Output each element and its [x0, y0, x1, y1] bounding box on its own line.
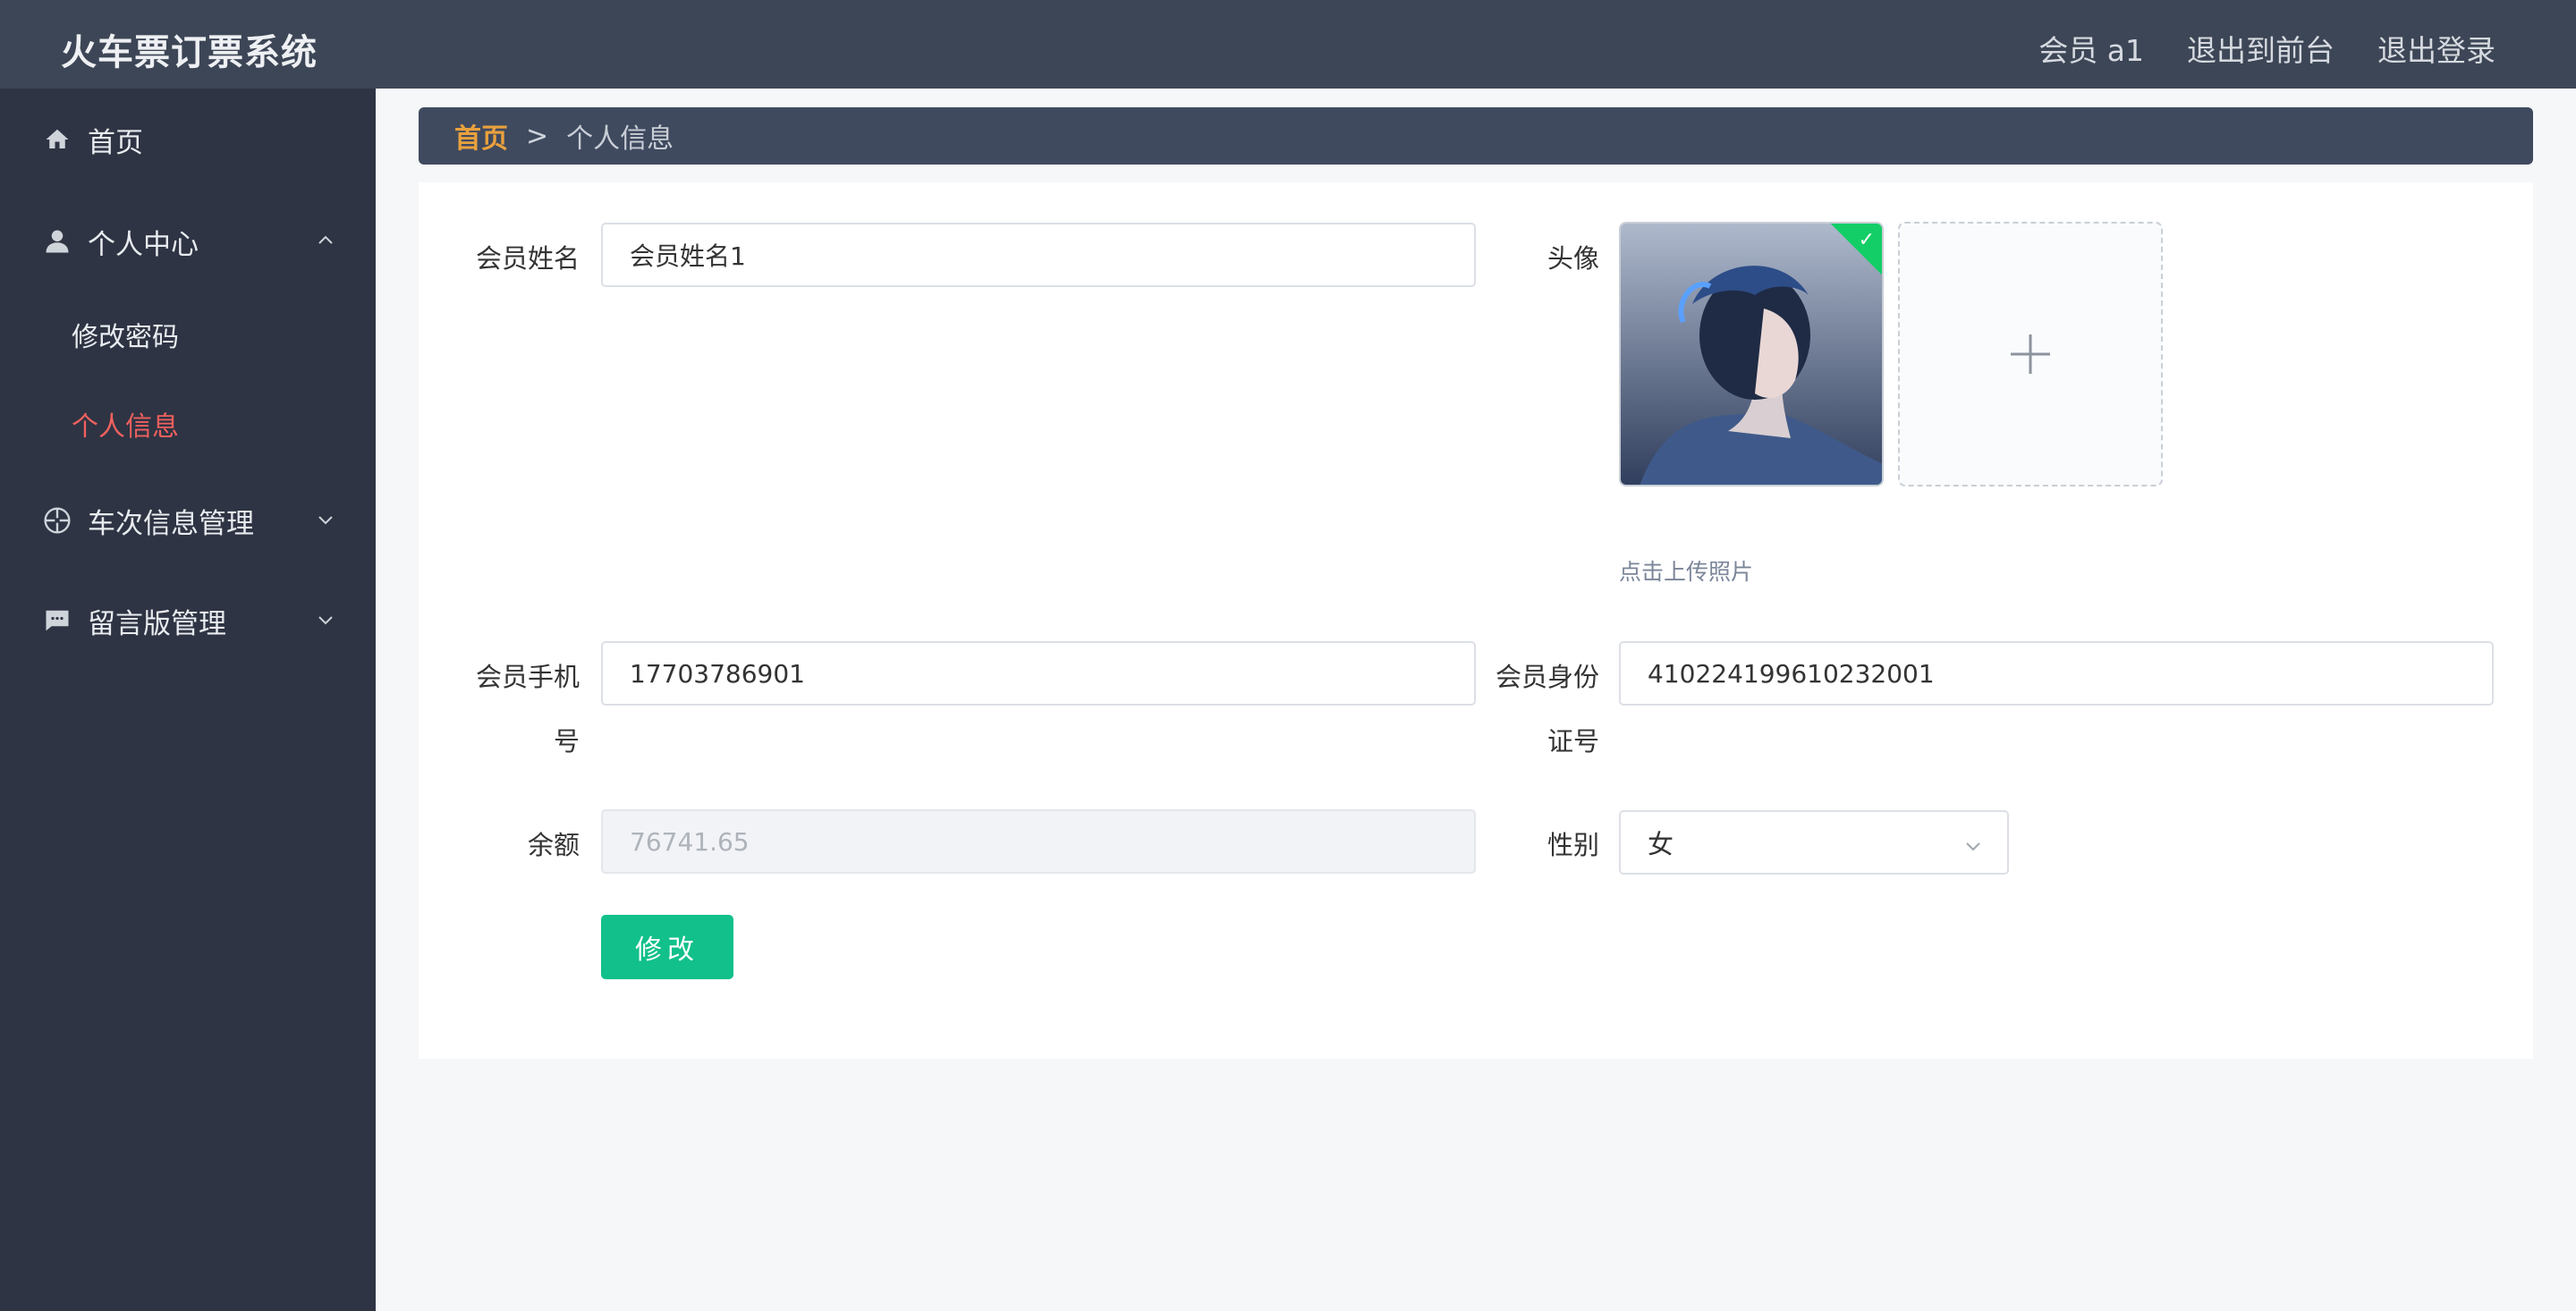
idcard-label-line2: 证号: [1546, 726, 1599, 757]
gender-select-value: 女: [1648, 829, 1674, 859]
sidebar-subitem-label: 个人信息: [72, 411, 179, 443]
sidebar-item-label: 留言版管理: [88, 607, 226, 640]
submit-button[interactable]: 修改: [601, 915, 733, 979]
sidebar-item-train-info[interactable]: 车次信息管理: [0, 480, 376, 561]
sidebar-item-message-board[interactable]: 留言版管理: [0, 580, 376, 661]
back-to-frontend-link[interactable]: 退出到前台: [2187, 27, 2334, 70]
top-nav: 会员 a1 退出到前台 退出登录: [2038, 27, 2496, 70]
sidebar-subitem-label: 修改密码: [72, 322, 179, 353]
avatar-image[interactable]: ✓: [1619, 222, 1884, 486]
sidebar-subitem-change-password[interactable]: 修改密码: [0, 294, 376, 375]
idcard-input[interactable]: 410224199610232001: [1619, 641, 2494, 706]
sidebar-item-personal-center[interactable]: 个人中心: [0, 201, 376, 282]
phone-label-line1: 会员手机: [475, 662, 580, 692]
user-label[interactable]: 会员 a1: [2038, 27, 2144, 70]
chevron-down-icon: [1966, 842, 1980, 851]
name-label: 会员姓名: [475, 243, 580, 274]
logout-link[interactable]: 退出登录: [2377, 27, 2496, 70]
name-input[interactable]: 会员姓名1: [601, 223, 1476, 287]
top-header: 火车票订票系统 会员 a1 退出到前台 退出登录: [0, 0, 2576, 89]
upload-tip: 点击上传照片: [1619, 559, 1754, 585]
home-icon: [43, 125, 72, 154]
check-icon: ✓: [1858, 229, 1875, 251]
upload-button[interactable]: [1898, 222, 2163, 486]
profile-form-card: [419, 182, 2533, 1059]
message-icon: [43, 606, 72, 635]
idcard-input-value: 410224199610232001: [1648, 658, 1935, 689]
phone-input-value: 17703786901: [630, 658, 805, 689]
breadcrumb-home-link[interactable]: 首页: [454, 116, 508, 156]
gender-label: 性别: [1546, 830, 1599, 860]
sidebar-item-label: 首页: [88, 126, 143, 159]
app-title: 火车票订票系统: [61, 32, 318, 73]
sidebar-item-home[interactable]: 首页: [0, 99, 376, 180]
chevron-down-icon: [318, 616, 333, 625]
breadcrumb: 首页 > 个人信息: [419, 107, 2533, 165]
chevron-down-icon: [318, 516, 333, 525]
sidebar-item-label: 个人中心: [88, 228, 199, 261]
avatar-illustration: [1621, 224, 1882, 485]
breadcrumb-current: 个人信息: [566, 123, 674, 155]
plus-icon: [2011, 334, 2050, 374]
name-input-value: 会员姓名1: [630, 241, 746, 271]
phone-label-line2: 号: [553, 726, 580, 757]
balance-label: 余额: [527, 830, 580, 860]
phone-input[interactable]: 17703786901: [601, 641, 1476, 706]
user-icon: [43, 227, 72, 256]
crosshair-icon: [43, 506, 72, 535]
sidebar-subitem-personal-info[interactable]: 个人信息: [0, 384, 376, 464]
gender-select[interactable]: 女: [1619, 810, 2009, 875]
chevron-up-icon: [318, 235, 333, 244]
idcard-label-line1: 会员身份: [1495, 662, 1599, 692]
sidebar: 首页 个人中心 修改密码 个人信息 车次信息管理 留言版管理: [0, 89, 376, 1311]
balance-input: 76741.65: [601, 809, 1476, 874]
avatar-label: 头像: [1546, 243, 1599, 274]
breadcrumb-separator: >: [526, 120, 549, 152]
balance-input-value: 76741.65: [630, 826, 750, 857]
sidebar-item-label: 车次信息管理: [88, 507, 254, 540]
